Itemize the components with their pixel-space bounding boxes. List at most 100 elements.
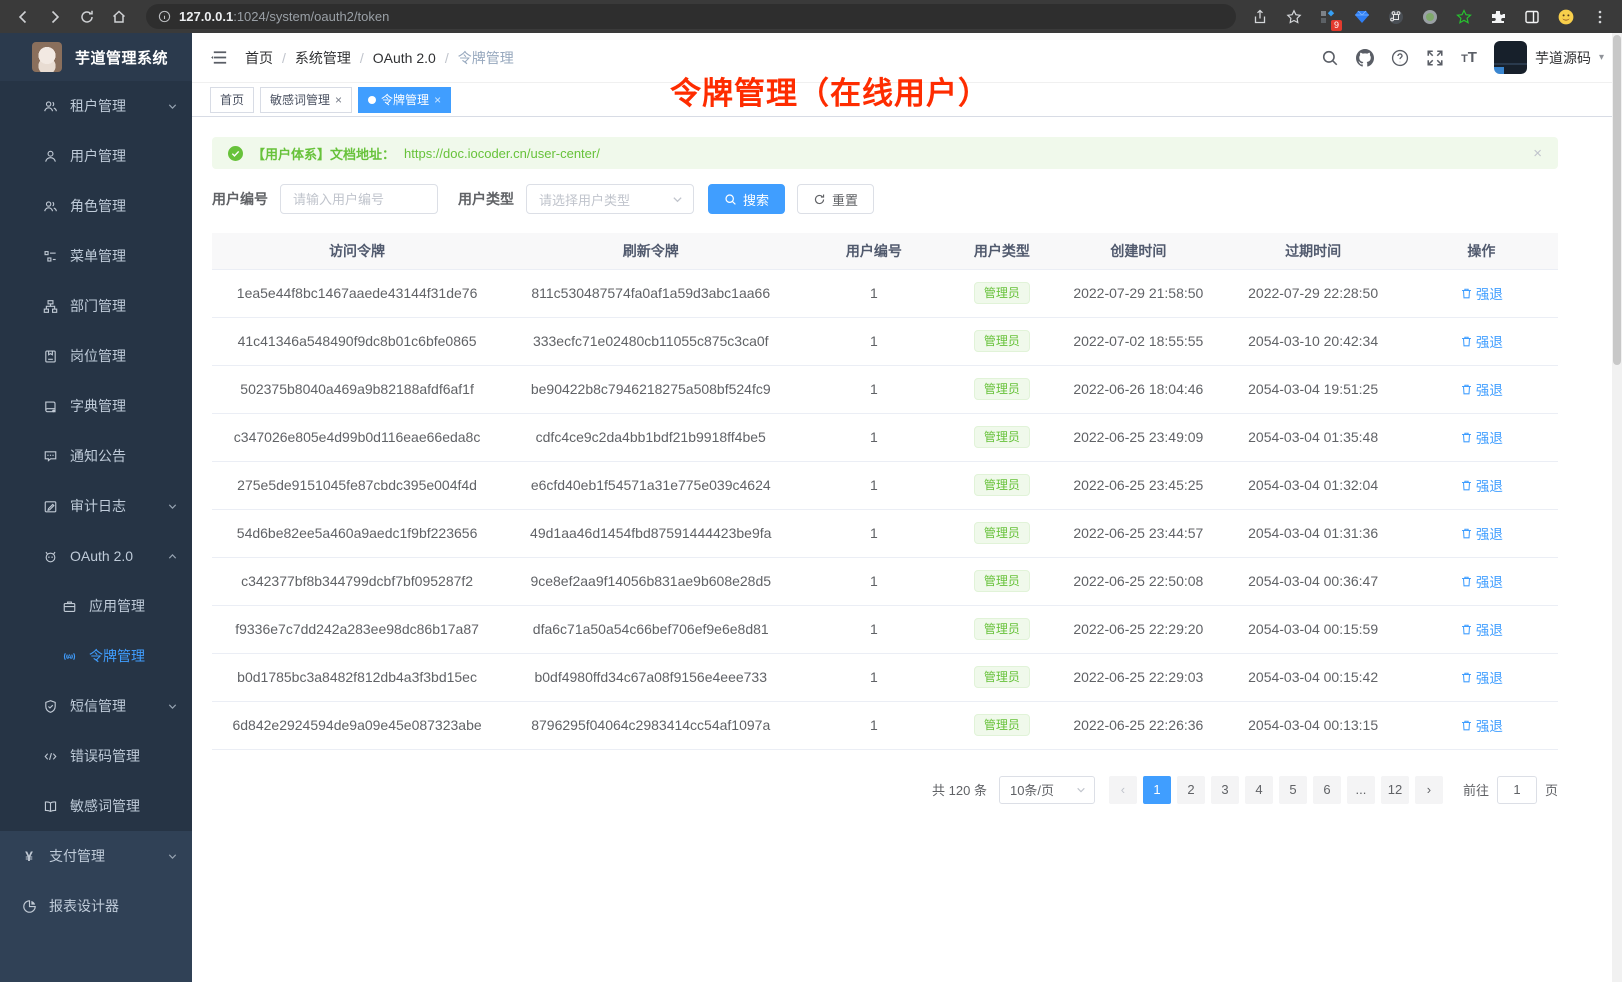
sidebar-item-label: 角色管理: [70, 196, 126, 216]
goto-page-input[interactable]: [1497, 776, 1537, 804]
breadcrumb-home[interactable]: 首页: [245, 48, 273, 68]
user-type-tag: 管理员: [974, 522, 1030, 544]
create-time-cell: 2022-07-29 21:58:50: [1055, 269, 1221, 317]
back-icon[interactable]: [10, 4, 36, 30]
page-button[interactable]: 5: [1279, 776, 1307, 804]
extension-icon-1[interactable]: 9: [1318, 7, 1338, 27]
force-logout-button[interactable]: 强退: [1460, 379, 1503, 399]
page-button[interactable]: 4: [1245, 776, 1273, 804]
page-button[interactable]: 3: [1211, 776, 1239, 804]
user-id-cell: 1: [799, 509, 948, 557]
col-user-type: 用户类型: [948, 233, 1055, 269]
force-logout-button[interactable]: 强退: [1460, 667, 1503, 687]
fullscreen-icon[interactable]: [1426, 49, 1444, 67]
sidebar-item-pay[interactable]: ¥支付管理: [0, 831, 192, 881]
tab-oauth2-token[interactable]: 令牌管理×: [358, 87, 451, 113]
extension-icon-5[interactable]: [1454, 7, 1474, 27]
app-logo[interactable]: 芋道管理系统: [0, 33, 192, 81]
breadcrumb-oauth2[interactable]: OAuth 2.0: [373, 50, 436, 66]
page-button[interactable]: 2: [1177, 776, 1205, 804]
page-scrollbar[interactable]: [1612, 33, 1622, 982]
prev-page-button[interactable]: ‹: [1109, 776, 1137, 804]
force-logout-button[interactable]: 强退: [1460, 283, 1503, 303]
sidebar-item-menu[interactable]: 菜单管理: [0, 231, 192, 281]
access-token-cell: 54d6be82ee5a460a9aedc1f9bf223656: [212, 509, 502, 557]
sidebar-item-post[interactable]: 岗位管理: [0, 331, 192, 381]
extension-icon-3[interactable]: [1386, 7, 1406, 27]
sidebar-item-sensitive-word[interactable]: 敏感词管理: [0, 781, 192, 831]
page-button[interactable]: 6: [1313, 776, 1341, 804]
tab-home[interactable]: 首页: [210, 87, 254, 113]
chrome-menu-icon[interactable]: [1590, 7, 1610, 27]
breadcrumb-system[interactable]: 系统管理: [295, 48, 351, 68]
site-info-icon[interactable]: [158, 10, 171, 23]
github-icon[interactable]: [1356, 49, 1374, 67]
user-type-tag: 管理员: [974, 474, 1030, 496]
split-view-icon[interactable]: [1522, 7, 1542, 27]
reset-button[interactable]: 重置: [797, 184, 874, 214]
sidebar-item-user[interactable]: 用户管理: [0, 131, 192, 181]
user-icon: [42, 148, 58, 164]
user-id-label: 用户编号: [212, 189, 268, 209]
sidebar-item-oauth2-app[interactable]: 应用管理: [0, 581, 192, 631]
chevron-down-icon: [1076, 785, 1086, 795]
sidebar-item-dict[interactable]: 字典管理: [0, 381, 192, 431]
sidebar-item-tenant[interactable]: 租户管理: [0, 81, 192, 131]
bookmark-star-icon[interactable]: [1284, 7, 1304, 27]
extension-icon-6[interactable]: [1488, 7, 1508, 27]
close-icon[interactable]: ×: [434, 93, 441, 107]
col-access-token: 访问令牌: [212, 233, 502, 269]
doc-link[interactable]: https://doc.iocoder.cn/user-center/: [404, 146, 600, 161]
sidebar-item-oauth2[interactable]: OAuth 2.0: [0, 531, 192, 581]
sidebar-item-audit-log[interactable]: 审计日志: [0, 481, 192, 531]
sidebar-item-notice[interactable]: 通知公告: [0, 431, 192, 481]
tags-view-bar: 首页 敏感词管理× 令牌管理×: [192, 83, 1622, 117]
force-logout-button[interactable]: 强退: [1460, 331, 1503, 351]
token-table: 访问令牌 刷新令牌 用户编号 用户类型 创建时间 过期时间 操作 1ea5e44…: [212, 233, 1558, 750]
sidebar-item-dept[interactable]: 部门管理: [0, 281, 192, 331]
force-logout-button[interactable]: 强退: [1460, 715, 1503, 735]
page-button[interactable]: 1: [1143, 776, 1171, 804]
sidebar-item-report-designer[interactable]: 报表设计器: [0, 881, 192, 931]
alert-close-icon[interactable]: ×: [1533, 145, 1542, 162]
user-id-input[interactable]: [280, 184, 438, 214]
expire-time-cell: 2022-07-29 22:28:50: [1221, 269, 1404, 317]
sidebar-item-oauth2-token[interactable]: A令牌管理: [0, 631, 192, 681]
access-token-cell: 6d842e2924594de9a09e45e087323abe: [212, 701, 502, 749]
refresh-token-cell: cdfc4ce9c2da4bb1bdf21b9918ff4be5: [502, 413, 799, 461]
access-token-cell: 502375b8040a469a9b82188afdf6af1f: [212, 365, 502, 413]
force-logout-button[interactable]: 强退: [1460, 619, 1503, 639]
close-icon[interactable]: ×: [335, 93, 342, 107]
user-menu[interactable]: 芋道源码 ▾: [1494, 41, 1604, 74]
more-pages-button[interactable]: ...: [1347, 776, 1375, 804]
forward-icon[interactable]: [42, 4, 68, 30]
search-form: 用户编号 用户类型 请选择用户类型 搜索 重置: [212, 183, 1558, 215]
sidebar-item-error-code[interactable]: 错误码管理: [0, 731, 192, 781]
tab-sensitive-word[interactable]: 敏感词管理×: [260, 87, 352, 113]
help-icon[interactable]: [1391, 49, 1409, 67]
force-logout-button[interactable]: 强退: [1460, 475, 1503, 495]
scrollbar-thumb[interactable]: [1613, 35, 1621, 365]
force-logout-button[interactable]: 强退: [1460, 571, 1503, 591]
extension-icon-2[interactable]: [1352, 7, 1372, 27]
table-row: c342377bf8b344799dcbf7bf095287f2 9ce8ef2…: [212, 557, 1558, 605]
extension-icon-4[interactable]: [1420, 7, 1440, 27]
search-icon[interactable]: [1321, 49, 1339, 67]
collapse-sidebar-icon[interactable]: [210, 48, 229, 67]
font-size-icon[interactable]: TT: [1461, 49, 1477, 66]
next-page-button[interactable]: ›: [1415, 776, 1443, 804]
force-logout-button[interactable]: 强退: [1460, 523, 1503, 543]
sidebar-item-sms[interactable]: 短信管理: [0, 681, 192, 731]
refresh-token-cell: dfa6c71a50a54c66bef706ef9e6e8d81: [502, 605, 799, 653]
page-size-select[interactable]: 10条/页: [999, 776, 1095, 804]
user-type-select[interactable]: 请选择用户类型: [526, 184, 694, 214]
sidebar-item-role[interactable]: 角色管理: [0, 181, 192, 231]
reload-icon[interactable]: [74, 4, 100, 30]
home-icon[interactable]: [106, 4, 132, 30]
share-icon[interactable]: [1250, 7, 1270, 27]
search-button[interactable]: 搜索: [708, 184, 785, 214]
force-logout-button[interactable]: 强退: [1460, 427, 1503, 447]
page-button[interactable]: 12: [1381, 776, 1409, 804]
profile-avatar-icon[interactable]: [1556, 7, 1576, 27]
address-bar[interactable]: 127.0.0.1:1024/system/oauth2/token: [146, 4, 1236, 29]
